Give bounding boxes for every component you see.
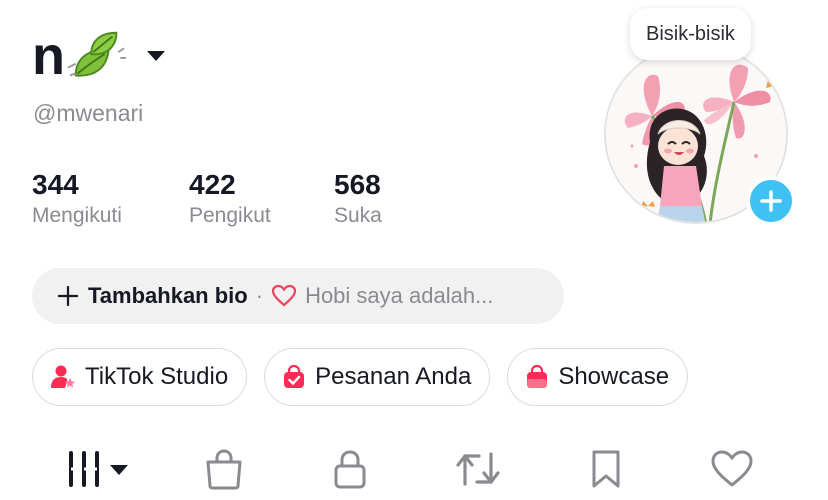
shopping-bag-icon [527, 364, 548, 388]
repost-icon [456, 452, 500, 486]
add-avatar-button[interactable] [746, 176, 796, 226]
stat-likes-label: Suka [334, 204, 382, 227]
bag-icon [206, 449, 242, 490]
tiktok-studio-label: TikTok Studio [85, 363, 229, 390]
tab-shop[interactable] [200, 446, 248, 492]
note-bubble[interactable]: Bisik-bisik [630, 8, 751, 60]
stat-following[interactable]: 344 Mengikuti [32, 168, 189, 230]
stat-followers-count: 422 [189, 169, 236, 200]
orders-button[interactable]: Pesanan Anda [264, 348, 491, 406]
grid-icon [69, 451, 128, 487]
order-bag-icon [284, 364, 305, 388]
profile-tabs [0, 438, 828, 500]
add-bio-label: Tambahkan bio [88, 283, 248, 308]
plus-icon [760, 190, 782, 212]
plus-icon [58, 286, 78, 306]
lock-icon [334, 450, 366, 489]
heart-icon [711, 450, 753, 487]
chevron-down-icon[interactable] [146, 49, 166, 63]
stat-followers[interactable]: 422 Pengikut [189, 168, 334, 230]
stat-likes[interactable]: 568 Suka [334, 168, 382, 230]
bookmark-icon [592, 450, 620, 488]
stat-followers-label: Pengikut [189, 204, 271, 227]
tab-reposts[interactable] [454, 446, 502, 492]
showcase-label: Showcase [558, 363, 670, 390]
stat-following-count: 344 [32, 169, 79, 200]
tiktok-studio-button[interactable]: TikTok Studio [32, 348, 248, 406]
action-chips: TikTok Studio Pesanan Anda Showcase [32, 348, 705, 406]
profile-name: n [32, 26, 65, 86]
tab-videos[interactable] [66, 446, 130, 492]
showcase-button[interactable]: Showcase [507, 348, 689, 406]
heart-outline-icon [271, 284, 297, 307]
orders-label: Pesanan Anda [315, 363, 472, 390]
add-bio-button[interactable]: Tambahkan bio · Hobi saya adalah... [32, 268, 564, 324]
profile-stats: 344 Mengikuti 422 Pengikut 568 Suka [32, 168, 382, 230]
tab-favorites[interactable] [582, 446, 630, 492]
person-star-icon [51, 365, 75, 388]
profile-name-row[interactable]: n [32, 24, 166, 88]
stat-likes-count: 568 [334, 169, 381, 200]
profile-handle: @mwenari [33, 100, 144, 126]
tab-private[interactable] [326, 446, 374, 492]
bio-separator: · [255, 283, 264, 308]
leaf-emoji-icon [67, 31, 127, 77]
tab-liked[interactable] [708, 446, 756, 492]
stat-following-label: Mengikuti [32, 204, 122, 227]
bio-hint: Hobi saya adalah... [305, 283, 494, 308]
